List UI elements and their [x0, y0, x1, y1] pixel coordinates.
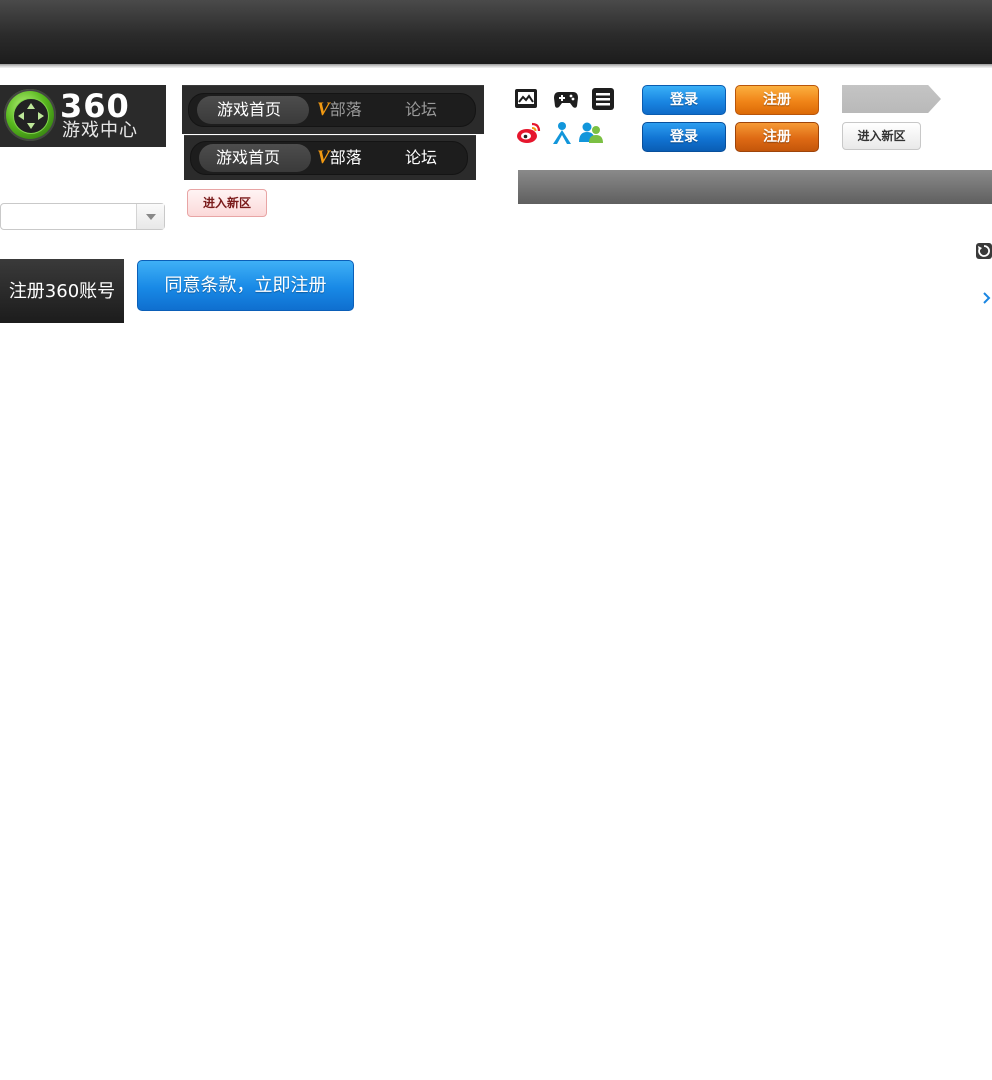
nav-track: 游戏首页 V部落 论坛: [188, 93, 476, 127]
v-mark: V: [317, 147, 330, 168]
nav-item-game-home[interactable]: 游戏首页: [216, 142, 280, 174]
logo-number: 360: [60, 87, 130, 125]
grey-arrow-tag: [842, 85, 941, 113]
register-button-pressed[interactable]: 注册: [735, 122, 819, 152]
logo-subtitle: 游戏中心: [62, 120, 138, 141]
dropdown-arrow-icon[interactable]: [136, 204, 164, 229]
register-button[interactable]: 注册: [735, 85, 819, 115]
login-button-pressed[interactable]: 登录: [642, 122, 726, 152]
weibo-icon[interactable]: [516, 120, 542, 146]
enter-new-server-button-grey[interactable]: 进入新区: [842, 122, 921, 150]
v-mark: V: [317, 99, 330, 120]
nav-item-v-tribe-label: 部落: [329, 148, 362, 167]
nav-item-game-home[interactable]: 游戏首页: [217, 94, 281, 126]
server-select[interactable]: [0, 203, 165, 230]
nav-track: 游戏首页 V部落 论坛: [190, 141, 468, 175]
list-icon[interactable]: [590, 86, 616, 112]
chevron-right-icon[interactable]: [980, 291, 992, 305]
picture-icon[interactable]: [513, 86, 539, 112]
register-title: 注册360账号: [0, 259, 124, 323]
nav-bar-secondary: 游戏首页 V部落 论坛: [184, 135, 476, 180]
refresh-icon[interactable]: [976, 243, 992, 259]
nav-bar-primary: 游戏首页 V部落 论坛: [182, 85, 484, 134]
top-bar-shadow: [0, 64, 992, 68]
gamepad-logo-icon: [4, 89, 56, 141]
agree-and-register-button[interactable]: 同意条款，立即注册: [137, 260, 354, 311]
nav-item-v-tribe[interactable]: V部落: [317, 94, 362, 126]
nav-item-v-tribe-label: 部落: [329, 100, 362, 119]
game-center-logo[interactable]: 360 游戏中心: [0, 85, 166, 147]
grey-header-strip: [518, 170, 992, 204]
enter-new-server-button[interactable]: 进入新区: [187, 189, 267, 217]
nav-item-forum[interactable]: 论坛: [405, 94, 437, 126]
user-group-icon[interactable]: [578, 120, 604, 146]
top-bar: [0, 0, 992, 64]
nav-item-forum[interactable]: 论坛: [405, 142, 437, 174]
login-button[interactable]: 登录: [642, 85, 726, 115]
gamepad-icon[interactable]: [553, 86, 579, 112]
nav-item-v-tribe[interactable]: V部落: [317, 142, 362, 174]
qq-icon[interactable]: [549, 120, 575, 146]
